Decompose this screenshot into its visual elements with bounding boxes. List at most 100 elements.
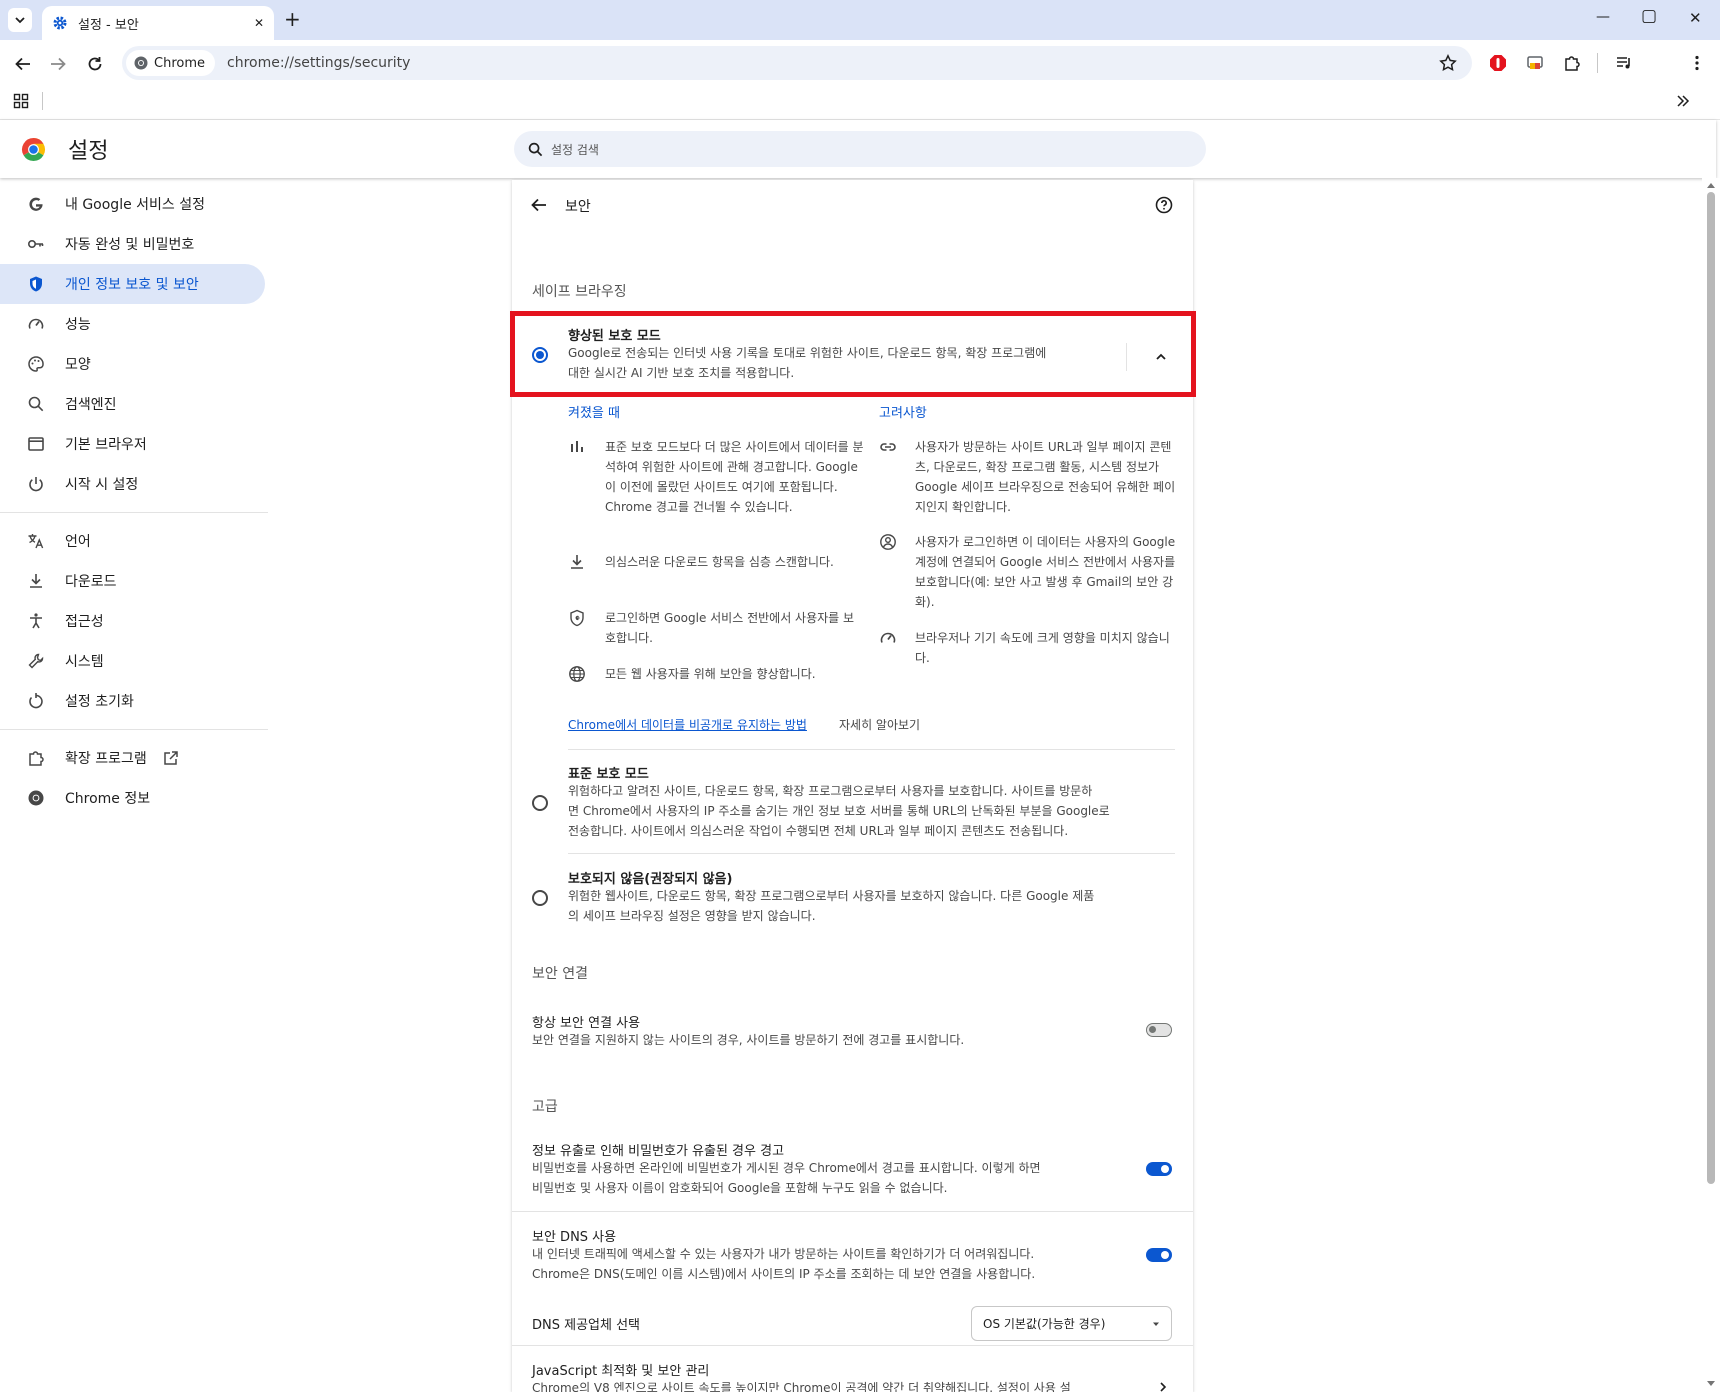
account-circle-icon [880, 534, 896, 550]
scrollbar-thumb[interactable] [1707, 192, 1715, 1184]
settings-search-input[interactable]: 설정 검색 [514, 131, 1206, 167]
sidebar-item-label: 기본 브라우저 [65, 437, 147, 453]
divider [512, 1345, 1193, 1346]
password-leak-desc-1: 비밀번호를 사용하면 온라인에 비밀번호가 게시된 경우 Chrome에서 경고… [532, 1161, 1041, 1175]
when-on-item: 로그인하면 Google 서비스 전반에서 사용자를 보호합니다. [605, 611, 855, 645]
toolbar-divider [1597, 53, 1598, 73]
sidebar-item-performance[interactable]: 성능 [0, 304, 265, 344]
consideration-item: 브라우저나 기기 속도에 크게 영향을 미치지 않습니다. [915, 631, 1170, 665]
ad-blocker-extension-icon[interactable] [1489, 54, 1507, 72]
bar-chart-icon [571, 441, 583, 452]
password-leak-toggle[interactable] [1146, 1162, 1172, 1176]
standard-protection-desc-3: 전송합니다. 사이트에서 의심스러운 작업이 수행되면 전체 URL과 일부 페… [568, 824, 1069, 838]
google-shield-icon [570, 609, 584, 627]
sidebar-item-accessibility[interactable]: 접근성 [0, 601, 265, 641]
sidebar-item-label: 내 Google 서비스 설정 [65, 197, 205, 213]
extension-icon [29, 751, 44, 766]
bookmark-star-icon[interactable] [1439, 54, 1457, 72]
sidebar-item-languages[interactable]: 언어 [0, 521, 265, 561]
considerations-heading: 고려사항 [879, 406, 927, 421]
sidebar-item-extensions[interactable]: 확장 프로그램 [0, 738, 265, 778]
cast-extension-icon[interactable] [1526, 54, 1544, 72]
gear-icon [53, 16, 67, 30]
media-controls-icon[interactable] [1615, 54, 1633, 72]
sidebar-item-label: Chrome 정보 [65, 791, 151, 807]
window-close-button[interactable]: ✕ [1689, 9, 1702, 27]
secure-connections-heading: 보안 연결 [532, 966, 588, 982]
scroll-down-arrow-icon[interactable] [1706, 1380, 1716, 1388]
dropdown-arrow-icon [1153, 1322, 1159, 1326]
dns-provider-select[interactable]: OS 기본값(가능한 경우) [971, 1306, 1172, 1341]
help-icon[interactable] [1155, 196, 1173, 214]
reload-icon[interactable] [86, 55, 104, 73]
https-first-toggle[interactable] [1146, 1023, 1172, 1037]
download-icon [30, 574, 42, 588]
standard-protection-title: 표준 보호 모드 [568, 767, 649, 782]
back-arrow-icon[interactable] [530, 196, 548, 214]
no-protection-radio[interactable] [532, 890, 548, 906]
when-on-heading: 켜졌을 때 [568, 406, 620, 421]
sidebar-item-privacy-security[interactable]: 개인 정보 보호 및 보안 [0, 264, 265, 304]
secure-dns-toggle[interactable] [1146, 1248, 1172, 1262]
consideration-item: 사용자가 방문하는 사이트 URL과 일부 페이지 콘텐츠, 다운로드, 확장 … [915, 440, 1176, 514]
site-info-chip[interactable]: Chrome [126, 50, 215, 76]
sidebar-item-on-startup[interactable]: 시작 시 설정 [0, 464, 265, 504]
sidebar-item-downloads[interactable]: 다운로드 [0, 561, 265, 601]
sidebar-item-system[interactable]: 시스템 [0, 641, 265, 681]
privacy-info-link[interactable]: Chrome에서 데이터를 비공개로 유지하는 방법 [568, 716, 807, 733]
address-bar[interactable]: Chrome chrome://settings/security [122, 46, 1472, 80]
search-icon [28, 396, 44, 412]
active-tab[interactable]: 설정 - 보안 ✕ [42, 6, 274, 40]
palette-icon [28, 356, 44, 372]
sidebar-item-label: 확장 프로그램 [65, 751, 147, 767]
chevron-down-icon [15, 17, 25, 24]
sidebar-item-search-engine[interactable]: 검색엔진 [0, 384, 265, 424]
sidebar-item-label: 언어 [65, 534, 91, 550]
scroll-up-arrow-icon[interactable] [1706, 181, 1716, 189]
sidebar-divider [0, 512, 268, 513]
apps-grid-icon[interactable] [13, 93, 29, 109]
sidebar-item-default-browser[interactable]: 기본 브라우저 [0, 424, 265, 464]
divider [512, 1211, 1193, 1212]
power-icon [29, 477, 43, 492]
secure-dns-title: 보안 DNS 사용 [532, 1230, 617, 1245]
double-chevron-right-icon[interactable] [1675, 93, 1691, 109]
new-tab-button[interactable]: + [284, 7, 301, 31]
sidebar-item-label: 자동 완성 및 비밀번호 [65, 237, 195, 253]
sidebar-item-reset[interactable]: 설정 초기화 [0, 681, 265, 721]
standard-protection-radio[interactable] [532, 795, 548, 811]
no-protection-desc-2: 의 세이프 브라우징 설정은 영향을 받지 않습니다. [568, 909, 816, 923]
sidebar-item-google-services[interactable]: 내 Google 서비스 설정 [0, 184, 265, 224]
minimize-button[interactable]: — [1596, 9, 1610, 25]
tab-search-button[interactable] [8, 8, 32, 32]
https-first-title: 항상 보안 연결 사용 [532, 1016, 641, 1031]
standard-protection-desc-1: 위험하다고 알려진 사이트, 다운로드 항목, 확장 프로그램으로부터 사용자를… [568, 784, 1093, 798]
open-in-new-icon [163, 751, 178, 765]
sidebar-item-label: 개인 정보 보호 및 보안 [65, 277, 199, 293]
tab-close-button[interactable]: ✕ [254, 16, 264, 30]
chevron-right-icon[interactable] [1158, 1382, 1168, 1392]
back-arrow-icon[interactable] [14, 55, 32, 73]
sidebar-item-label: 시스템 [65, 654, 104, 670]
no-protection-desc-1: 위험한 웹사이트, 다운로드 항목, 확장 프로그램으로부터 사용자를 보호하지… [568, 889, 1095, 903]
shield-icon [30, 276, 42, 292]
when-on-item: 표준 보호 모드보다 더 많은 사이트에서 데이터를 분석하여 위험한 사이트에… [605, 440, 864, 514]
divider [568, 853, 1175, 854]
maximize-button[interactable]: ▢ [1641, 6, 1657, 26]
wrench-icon [28, 653, 44, 669]
sidebar-item-appearance[interactable]: 모양 [0, 344, 265, 384]
when-on-item: 모든 웹 사용자를 위해 보안을 향상합니다. [605, 667, 816, 681]
dns-provider-value: OS 기본값(가능한 경우) [983, 1317, 1106, 1331]
sidebar-item-autofill[interactable]: 자동 완성 및 비밀번호 [0, 224, 265, 264]
sidebar-item-label: 성능 [65, 317, 91, 333]
sidebar-item-about-chrome[interactable]: Chrome 정보 [0, 778, 265, 818]
javascript-optimization-desc: Chrome의 V8 엔진으로 사이트 속도를 높이지만 Chrome이 공격에… [532, 1381, 1071, 1392]
more-menu-icon[interactable] [1688, 54, 1706, 72]
bookmark-bar [0, 86, 1720, 120]
link-icon [880, 443, 896, 451]
forward-arrow-icon[interactable] [49, 55, 67, 73]
password-leak-title: 정보 유출로 인해 비밀번호가 유출된 경우 경고 [532, 1144, 785, 1159]
secure-dns-desc-1: 내 인터넷 트래픽에 액세스할 수 있는 사용자가 내가 방문하는 사이트를 확… [532, 1247, 1035, 1261]
password-leak-desc-2: 비밀번호 및 사용자 이름이 암호화되어 Google을 포함해 누구도 읽을 … [532, 1181, 948, 1195]
extensions-puzzle-icon[interactable] [1563, 54, 1581, 72]
